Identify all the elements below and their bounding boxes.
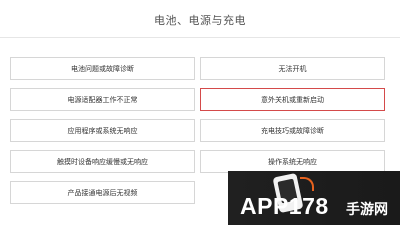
option-no-video-after-power[interactable]: 产品接通电源后无视频	[10, 181, 195, 204]
option-os-unresponsive[interactable]: 操作系统无响应	[200, 150, 385, 173]
option-cannot-power-on[interactable]: 无法开机	[200, 57, 385, 80]
watermark-main-text: APP178	[240, 193, 329, 219]
watermark-cn-text: 手游网	[346, 202, 388, 218]
option-touch-slow[interactable]: 触摸时设备响应缓慢或无响应	[10, 150, 195, 173]
option-charging-tips[interactable]: 充电技巧或故障诊断	[200, 119, 385, 142]
watermark: APP178 手游网	[228, 171, 400, 225]
option-power-adapter-issue[interactable]: 电源适配器工作不正常	[10, 88, 195, 111]
option-app-system-unresponsive[interactable]: 应用程序或系统无响应	[10, 119, 195, 142]
option-unexpected-shutdown[interactable]: 意外关机或重新启动	[200, 88, 385, 111]
option-battery-diagnosis[interactable]: 电池问题或故障诊断	[10, 57, 195, 80]
